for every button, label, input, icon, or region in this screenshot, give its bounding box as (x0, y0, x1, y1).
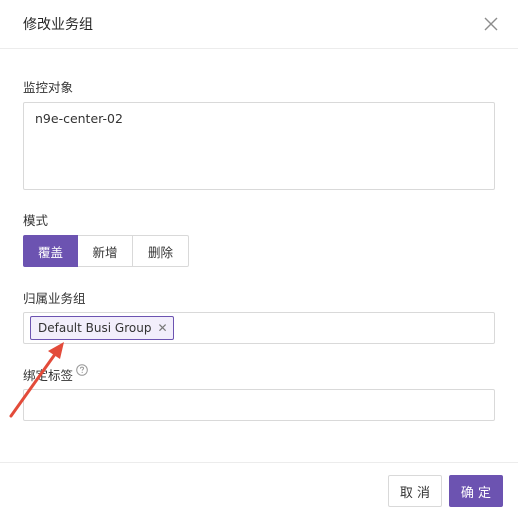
mode-option-delete[interactable]: 删除 (132, 235, 189, 267)
busi-group-select[interactable]: Default Busi Group ✕ (23, 312, 495, 344)
question-circle-icon[interactable] (76, 364, 88, 376)
busi-group-tag: Default Busi Group ✕ (30, 316, 174, 340)
target-label: 监控对象 (23, 80, 74, 95)
mode-option-add[interactable]: 新增 (77, 235, 133, 267)
dialog-title: 修改业务组 (23, 17, 93, 33)
bind-tags-label: 绑定标签 (23, 368, 74, 383)
cancel-button[interactable]: 取 消 (388, 475, 442, 507)
dialog-footer: 取 消 确 定 (0, 462, 518, 510)
mode-option-overwrite[interactable]: 覆盖 (23, 235, 78, 267)
bind-tags-input[interactable] (23, 389, 495, 421)
mode-segmented-control: 覆盖 新增 删除 (23, 235, 189, 267)
busi-group-label: 归属业务组 (23, 291, 86, 306)
edit-busi-group-dialog: 修改业务组 监控对象 n9e-center-02 模式 覆盖 新增 删除 归属业… (0, 0, 518, 510)
close-icon[interactable]: ✕ (157, 321, 167, 335)
close-icon[interactable] (482, 15, 500, 33)
target-textarea[interactable]: n9e-center-02 (23, 102, 495, 190)
busi-group-tag-label: Default Busi Group (38, 321, 152, 335)
mode-label: 模式 (23, 213, 49, 228)
confirm-button[interactable]: 确 定 (449, 475, 503, 507)
dialog-header: 修改业务组 (0, 0, 518, 49)
